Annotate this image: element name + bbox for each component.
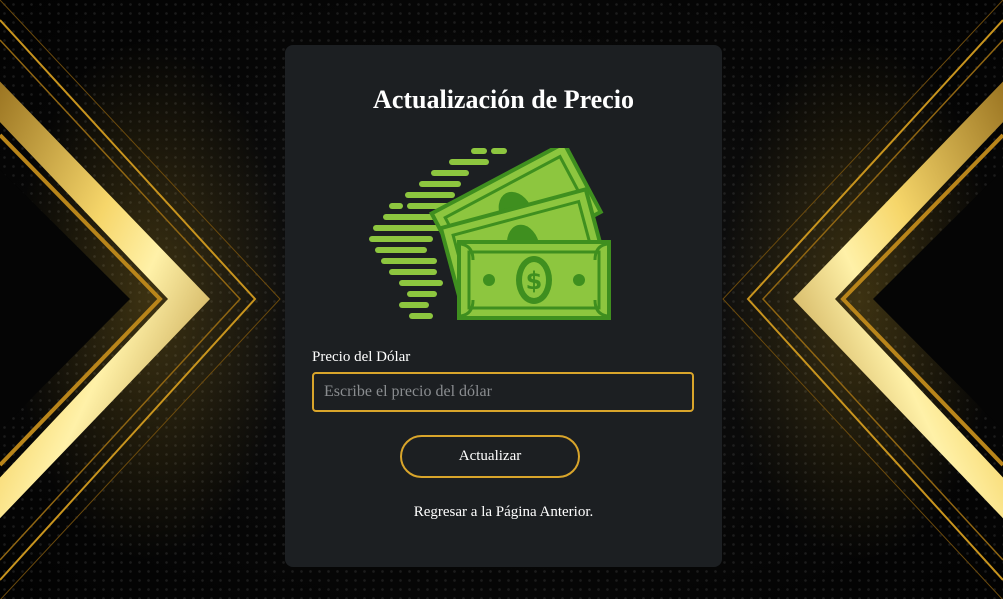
update-button[interactable]: Actualizar	[400, 435, 580, 478]
price-input[interactable]	[312, 372, 694, 412]
price-label: Precio del Dólar	[312, 349, 411, 365]
svg-text:$: $	[526, 267, 543, 295]
money-bills-icon: $	[369, 148, 611, 320]
page-title: Actualización de Precio	[373, 85, 634, 114]
back-link[interactable]: Regresar a la Página Anterior.	[285, 504, 722, 521]
update-price-card: Actualización de Precio $ Precio del Dól…	[285, 45, 722, 567]
page-background: Actualización de Precio $ Precio del Dól…	[0, 0, 1003, 599]
